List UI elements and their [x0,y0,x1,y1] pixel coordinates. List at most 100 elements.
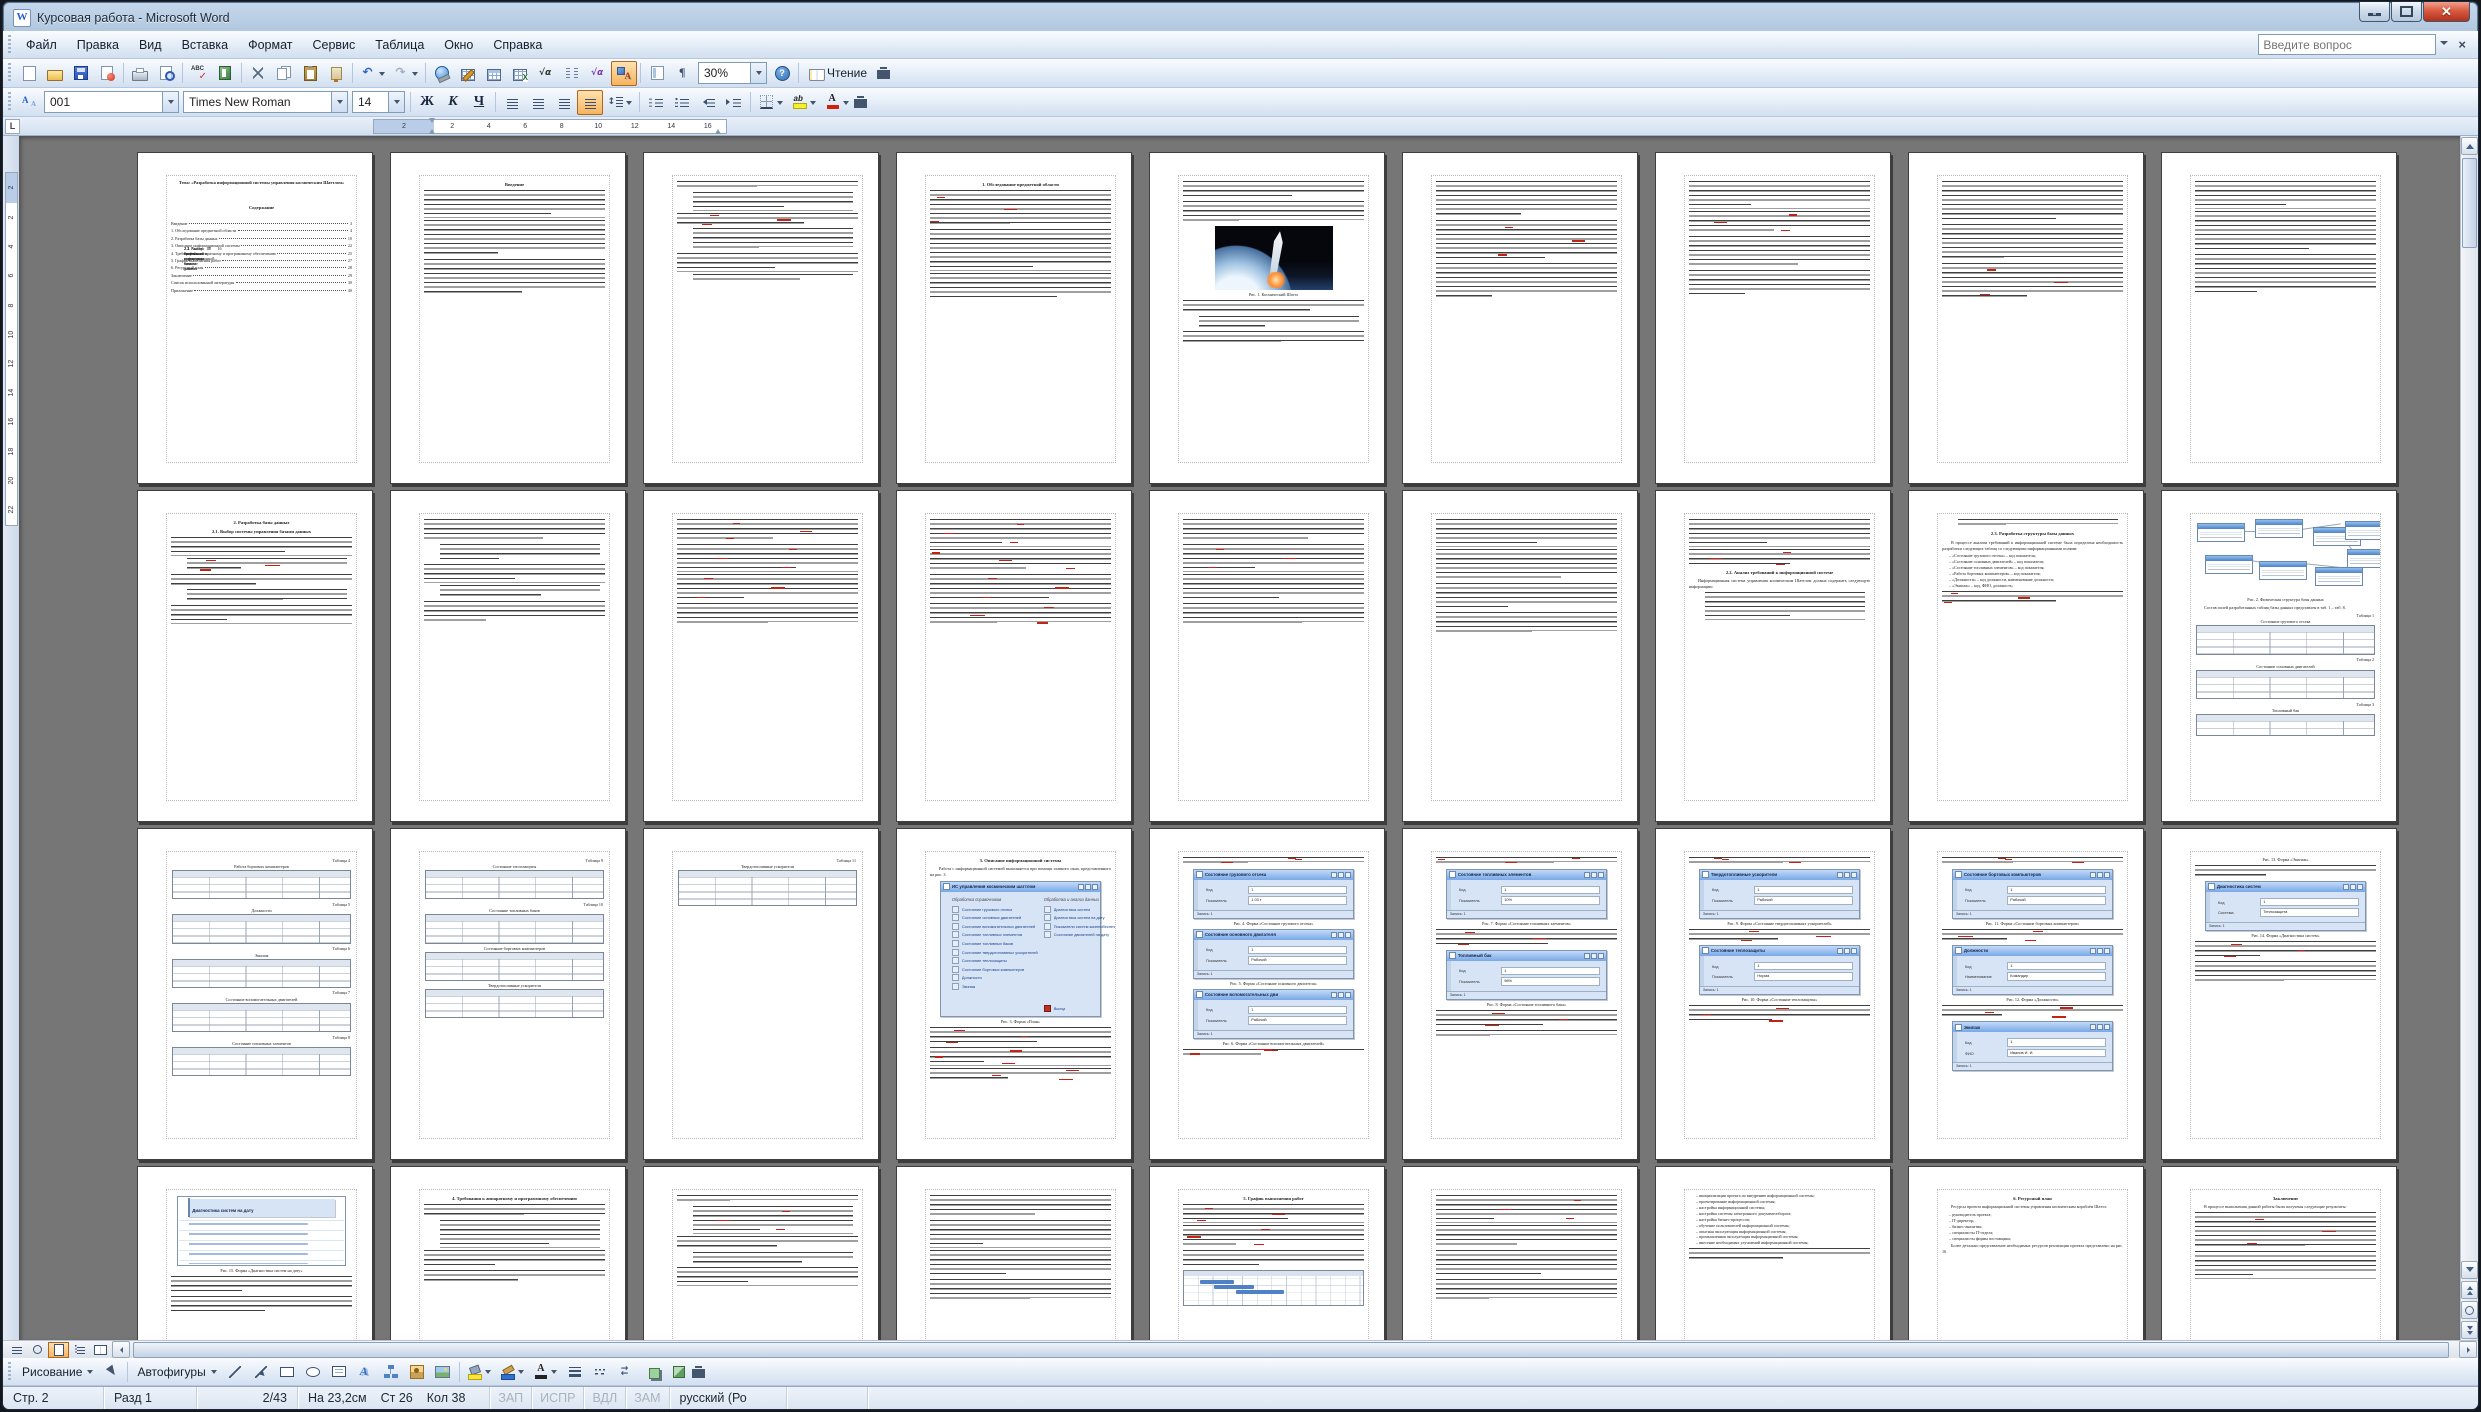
page-27[interactable]: Рис. 13. Форма «Экипаж»Диагностика систе… [2161,828,2397,1160]
page-8[interactable] [1908,152,2144,484]
bold-button[interactable]: Ж [414,90,440,115]
form-open-button[interactable]: Состояние теплозащиты [946,956,1038,965]
page-13[interactable] [896,490,1132,822]
page-35[interactable]: 6. Ресурсный планРесурсы проекта информа… [1908,1166,2144,1340]
view-print-layout-button[interactable] [48,1342,69,1358]
tables-and-borders-button[interactable] [455,61,481,86]
page-24[interactable]: Состояние топливных элементовКод1Показат… [1402,828,1638,1160]
page-28[interactable]: Диагностика систем на датуРис. 15. Форма… [137,1166,373,1340]
menu-view[interactable]: Вид [129,34,172,56]
insert-excel-table-button[interactable] [507,61,533,86]
form-open-button[interactable]: Состояние двигателей на дату [1038,931,1116,940]
decrease-indent-button[interactable] [695,90,721,115]
right-indent-marker[interactable] [715,126,721,134]
scroll-left-icon[interactable] [112,1341,130,1358]
font-color-button[interactable] [820,90,853,115]
status-toggle-ext[interactable]: ВДЛ [584,1387,626,1409]
document-map-button[interactable] [644,61,670,86]
menu-table[interactable]: Таблица [365,34,434,56]
form-open-button[interactable]: Состояние топливных элементов [946,931,1038,940]
form-exit-button[interactable]: Выход [1038,1004,1116,1013]
underline-button[interactable]: Ч [466,90,492,115]
numbered-list-button[interactable] [643,90,669,115]
menu-help[interactable]: Справка [483,34,552,56]
question-close-icon[interactable]: × [2452,38,2472,51]
insert-table-button[interactable] [481,61,507,86]
document-canvas[interactable]: Тема: «Разработка информационной системы… [19,136,2460,1340]
scroll-right-icon[interactable] [2459,1341,2477,1358]
font-combo-arrow-icon[interactable] [331,92,347,112]
undo-button[interactable] [356,61,389,86]
scroll-down-icon[interactable] [2461,1261,2478,1279]
page-3[interactable] [643,152,879,484]
equation-button[interactable] [585,61,611,86]
clip-art-button[interactable] [404,1359,430,1384]
form-open-button[interactable]: Показатели систем жизнеобеспечения [1038,922,1116,931]
page-29[interactable]: 4. Требования к аппаратному и программно… [390,1166,626,1340]
align-left-button[interactable] [499,90,525,115]
page-19[interactable]: Таблица 4Работа бортовых компьютеровТабл… [137,828,373,1160]
page-34[interactable]: – инициализация проекта по внедрению инф… [1655,1166,1891,1340]
page-32[interactable]: 5. График выполнения работ [1149,1166,1385,1340]
page-25[interactable]: Твердотопливные ускорителиКод1Показатель… [1655,828,1891,1160]
view-outline-button[interactable] [69,1342,90,1358]
menu-window[interactable]: Окно [434,34,483,56]
form-open-button[interactable]: Состояние топливных баков [946,939,1038,948]
page-10[interactable]: 2. Разработка базы данных2.1. Выбор сист… [137,490,373,822]
page-1[interactable]: Тема: «Разработка информационной системы… [137,152,373,484]
menu-file[interactable]: Файл [16,34,67,56]
align-center-button[interactable] [525,90,551,115]
page-21[interactable]: Таблица 11Твердотопливные ускорители [643,828,879,1160]
rectangle-button[interactable] [274,1359,300,1384]
copy-button[interactable] [271,61,297,86]
close-button[interactable]: ✕ [2423,2,2470,22]
3d-style-button[interactable] [666,1359,692,1384]
page-6[interactable] [1402,152,1638,484]
font-combo[interactable]: Times New Roman [183,91,348,113]
fill-color-button[interactable] [463,1359,496,1384]
menu-insert[interactable]: Вставка [172,34,238,56]
spelling-button[interactable] [186,61,212,86]
page-14[interactable] [1149,490,1385,822]
hanging-indent-marker[interactable] [429,126,435,134]
page-11[interactable] [390,490,626,822]
draw-menu-button[interactable]: Рисование [16,1359,98,1384]
browse-previous-icon[interactable] [2461,1281,2478,1299]
first-line-indent-marker[interactable] [429,118,435,126]
page-15[interactable] [1402,490,1638,822]
align-right-button[interactable] [551,90,577,115]
save-button[interactable] [68,61,94,86]
line-style-button[interactable] [562,1359,588,1384]
style-combo-arrow-icon[interactable] [162,92,178,112]
read-mode-button[interactable]: Чтение [802,61,876,86]
page-26[interactable]: Состояние бортовых компьютеровКод1Показа… [1908,828,2144,1160]
form-open-button[interactable]: Состояние основных двигателей [946,913,1038,922]
print-button[interactable] [127,61,153,86]
form-open-button[interactable]: Должности [946,974,1038,983]
zoom-combo[interactable]: 30% [698,62,767,84]
columns-button[interactable] [559,61,585,86]
line-spacing-button[interactable] [603,90,636,115]
size-combo[interactable]: 14 [352,91,405,113]
format-painter-button[interactable] [323,61,349,86]
form-open-button[interactable]: Диагностика систем [1038,905,1116,914]
form-open-button[interactable]: Состояние твердотопливных ускорителей [946,948,1038,957]
menu-service[interactable]: Сервис [302,34,365,56]
diagram-button[interactable] [378,1359,404,1384]
styles-pane-button[interactable] [16,90,42,115]
arrow-button[interactable] [248,1359,274,1384]
page-16[interactable]: 2.2. Анализ требований к информационной … [1655,490,1891,822]
scroll-up-icon[interactable] [2461,137,2478,155]
zoom-combo-arrow-icon[interactable] [750,63,766,83]
page-17[interactable]: 2.3. Разработка структуры базы данныхВ п… [1908,490,2144,822]
text-box-button[interactable] [326,1359,352,1384]
horizontal-scroll-thumb[interactable] [133,1342,2449,1358]
print-preview-button[interactable] [153,61,179,86]
font-color-2-button[interactable] [529,1359,562,1384]
page-9[interactable] [2161,152,2397,484]
oval-button[interactable] [300,1359,326,1384]
italic-button[interactable]: К [440,90,466,115]
title-bar[interactable]: W Курсовая работа - Microsoft Word ✕ [3,2,2478,31]
page-5[interactable]: Рис. 1. Космический Шаттл [1149,152,1385,484]
menu-format[interactable]: Формат [238,34,302,56]
